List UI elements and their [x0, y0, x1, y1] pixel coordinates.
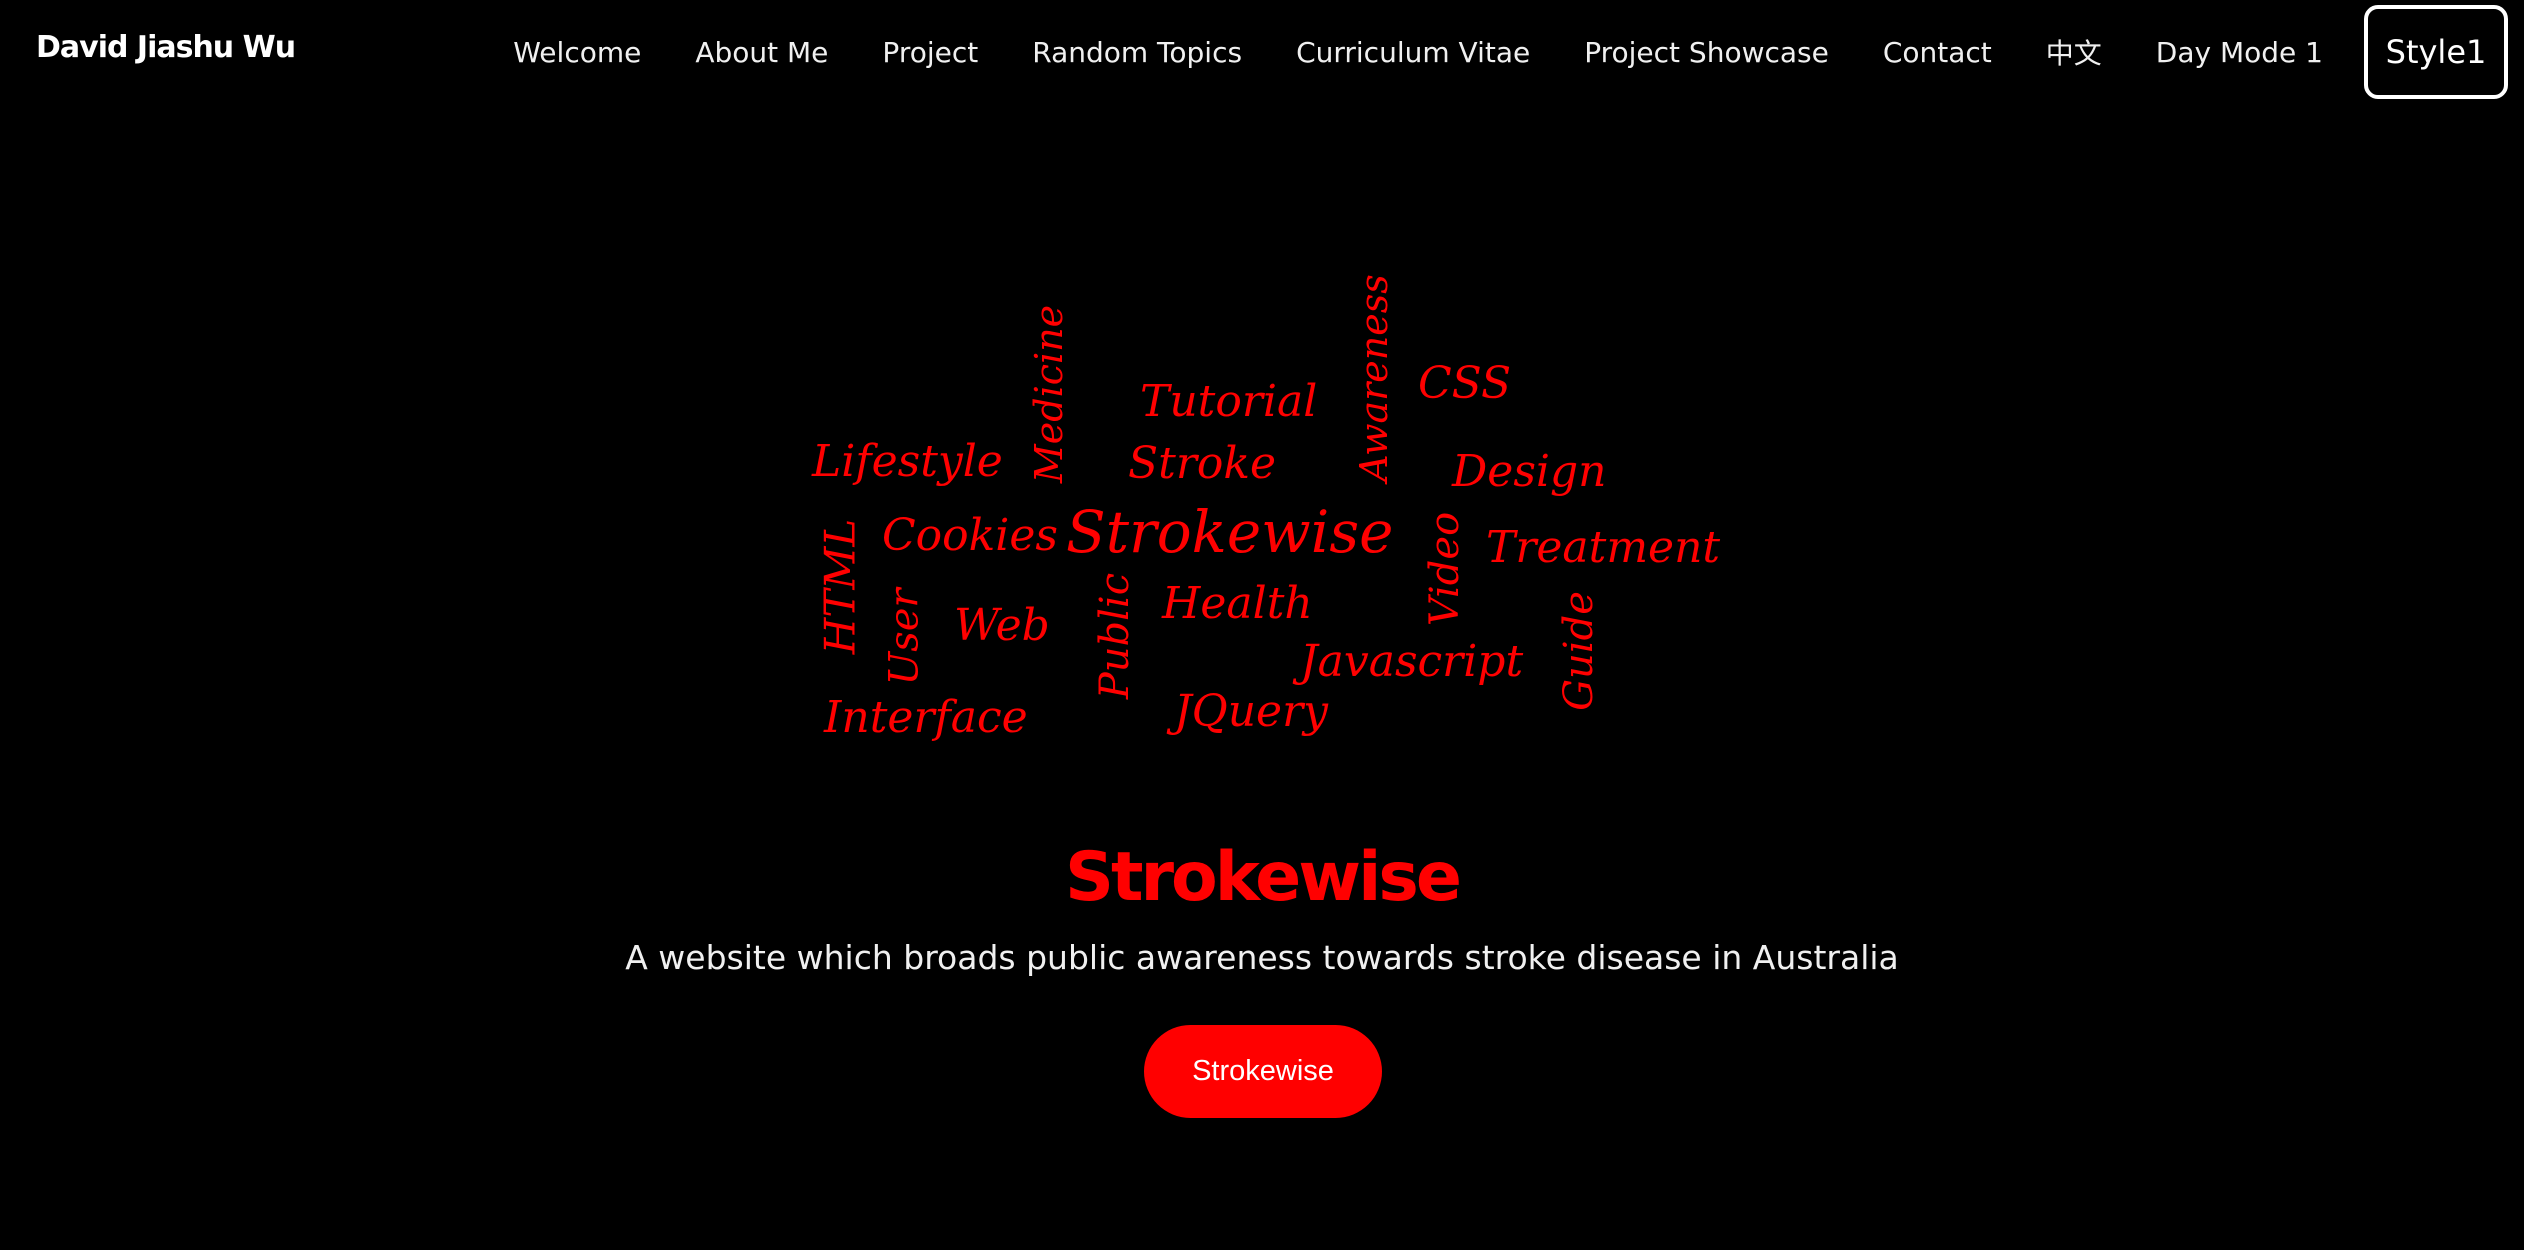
word-cloud-word: Design — [1452, 446, 1607, 497]
word-cloud-word: Treatment — [1486, 522, 1721, 573]
word-cloud-word: Medicine — [1027, 304, 1072, 484]
project-description: A website which broads public awareness … — [625, 938, 1899, 977]
word-cloud-word: Awareness — [1351, 274, 1396, 482]
word-cloud-word: CSS — [1418, 358, 1512, 409]
word-cloud-word: HTML — [815, 518, 865, 655]
word-cloud-word: JQuery — [1174, 686, 1328, 737]
word-cloud-word: User — [881, 588, 928, 686]
word-cloud-word: Video — [1422, 511, 1469, 627]
word-cloud-word: Stroke — [1128, 438, 1277, 489]
word-cloud-word: Health — [1162, 578, 1313, 629]
word-cloud-word: Lifestyle — [812, 436, 1003, 487]
project-title: Strokewise — [1065, 838, 1462, 917]
word-cloud-word: Cookies — [882, 510, 1058, 561]
word-cloud-word: Javascript — [1300, 636, 1524, 687]
word-cloud-word: Interface — [824, 692, 1028, 743]
word-cloud-word: Guide — [1555, 591, 1602, 711]
word-cloud-word: Web — [954, 600, 1050, 651]
word-cloud-word: Public — [1092, 572, 1139, 700]
strokewise-button[interactable]: Strokewise — [1144, 1025, 1382, 1118]
word-cloud-word: Strokewise — [1066, 498, 1394, 566]
word-cloud-word: Tutorial — [1140, 376, 1318, 427]
